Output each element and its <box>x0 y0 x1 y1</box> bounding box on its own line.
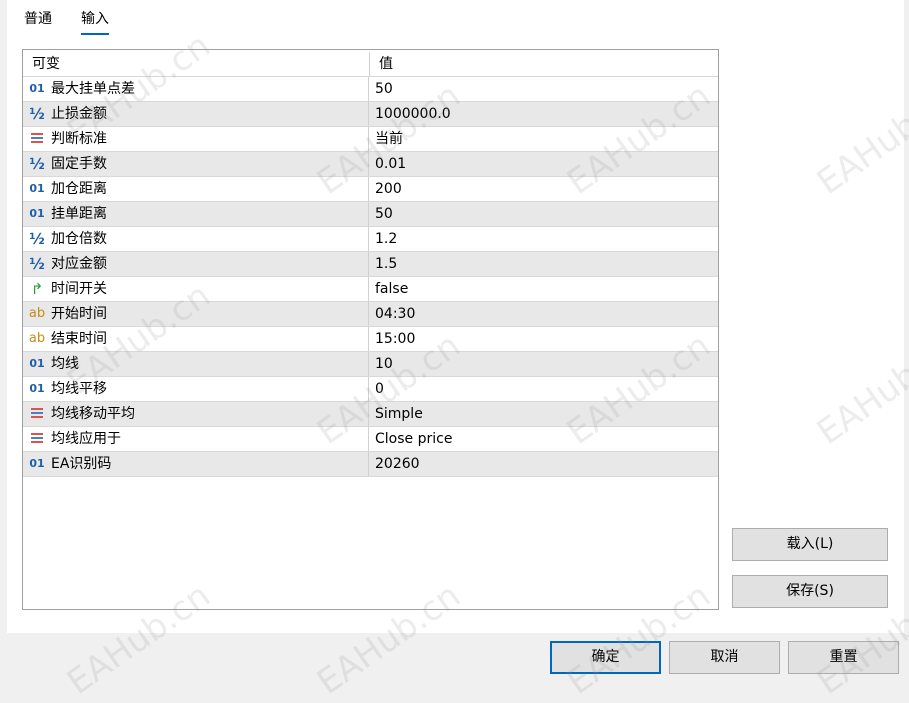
parameter-value[interactable]: false <box>369 277 718 301</box>
parameter-name-cell: ab 结束时间 <box>23 327 369 351</box>
grid-row[interactable]: 01 EA识别码 20260 <box>23 452 718 477</box>
parameter-name: 最大挂单点差 <box>51 81 135 97</box>
string-type-icon: ab <box>28 331 46 346</box>
parameter-name-cell: 判断标准 <box>23 127 369 151</box>
integer-type-icon: 01 <box>29 382 45 395</box>
parameter-name: EA识别码 <box>51 456 112 472</box>
grid-row[interactable]: ½ 加仓倍数 1.2 <box>23 227 718 252</box>
double-type-icon: ½ <box>29 230 45 248</box>
parameter-value[interactable]: Simple <box>369 402 718 426</box>
grid-row[interactable]: ½ 对应金额 1.5 <box>23 252 718 277</box>
parameter-name: 止损金额 <box>51 106 107 122</box>
parameter-value[interactable]: 10 <box>369 352 718 376</box>
tab-inputs[interactable]: 输入 <box>81 8 109 35</box>
integer-type-icon: 01 <box>29 457 45 470</box>
parameter-name: 均线 <box>51 356 79 372</box>
parameter-value[interactable]: 1.2 <box>369 227 718 251</box>
parameter-name: 加仓倍数 <box>51 231 107 247</box>
enum-type-icon <box>28 433 46 445</box>
parameter-name-cell: 01 最大挂单点差 <box>23 77 369 101</box>
grid-row[interactable]: 01 加仓距离 200 <box>23 177 718 202</box>
grid-row[interactable]: ab 开始时间 04:30 <box>23 302 718 327</box>
parameter-value[interactable]: 50 <box>369 202 718 226</box>
grid-row[interactable]: 判断标准 当前 <box>23 127 718 152</box>
parameter-value[interactable]: 50 <box>369 77 718 101</box>
grid-row[interactable]: ½ 固定手数 0.01 <box>23 152 718 177</box>
grid-row[interactable]: 01 挂单距离 50 <box>23 202 718 227</box>
parameter-name: 固定手数 <box>51 156 107 172</box>
save-button[interactable]: 保存(S) <box>732 575 888 608</box>
parameter-name-cell: 01 均线 <box>23 352 369 376</box>
parameter-name: 加仓距离 <box>51 181 107 197</box>
double-type-icon: ½ <box>29 255 45 273</box>
grid-row[interactable]: 01 均线 10 <box>23 352 718 377</box>
cancel-button[interactable]: 取消 <box>669 641 780 674</box>
parameter-value[interactable]: Close price <box>369 427 718 451</box>
parameter-name-cell: ½ 加仓倍数 <box>23 227 369 251</box>
column-divider[interactable] <box>369 52 370 77</box>
grid-row[interactable]: ½ 止损金额 1000000.0 <box>23 102 718 127</box>
parameter-name-cell: 均线应用于 <box>23 427 369 451</box>
double-type-icon: ½ <box>29 155 45 173</box>
parameter-value[interactable]: 1.5 <box>369 252 718 276</box>
parameter-name: 对应金额 <box>51 256 107 272</box>
parameter-value[interactable]: 20260 <box>369 452 718 476</box>
grid-row[interactable]: 01 均线平移 0 <box>23 377 718 402</box>
parameter-name-cell: ½ 固定手数 <box>23 152 369 176</box>
grid-row[interactable]: ↱ 时间开关 false <box>23 277 718 302</box>
parameter-value[interactable]: 1000000.0 <box>369 102 718 126</box>
integer-type-icon: 01 <box>29 82 45 95</box>
reset-button[interactable]: 重置 <box>788 641 899 674</box>
parameter-name-cell: ½ 止损金额 <box>23 102 369 126</box>
column-header-value[interactable]: 值 <box>379 52 393 76</box>
double-type-icon: ½ <box>29 105 45 123</box>
parameter-name: 均线移动平均 <box>51 406 135 422</box>
parameter-name-cell: ↱ 时间开关 <box>23 277 369 301</box>
parameter-name: 挂单距离 <box>51 206 107 222</box>
integer-type-icon: 01 <box>29 182 45 195</box>
grid-row[interactable]: 均线应用于 Close price <box>23 427 718 452</box>
dialog-panel: 普通 输入 可变 值 01 最大挂单点差 50 ½ 止损金额 1000000.0 判断标准 当… <box>7 0 904 633</box>
parameter-value[interactable]: 0.01 <box>369 152 718 176</box>
parameter-value[interactable]: 15:00 <box>369 327 718 351</box>
parameter-name: 判断标准 <box>51 131 107 147</box>
bool-type-icon: ↱ <box>30 280 44 298</box>
parameter-name-cell: 01 加仓距离 <box>23 177 369 201</box>
parameter-name: 开始时间 <box>51 306 107 322</box>
enum-type-icon <box>28 133 46 145</box>
parameter-name: 结束时间 <box>51 331 107 347</box>
enum-type-icon <box>28 408 46 420</box>
parameter-name-cell: 01 挂单距离 <box>23 202 369 226</box>
parameter-name-cell: 01 EA识别码 <box>23 452 369 476</box>
parameter-name-cell: 01 均线平移 <box>23 377 369 401</box>
parameter-value[interactable]: 200 <box>369 177 718 201</box>
integer-type-icon: 01 <box>29 207 45 220</box>
column-header-variable[interactable]: 可变 <box>32 52 60 76</box>
ok-button[interactable]: 确定 <box>550 641 661 674</box>
parameter-name-cell: ab 开始时间 <box>23 302 369 326</box>
tab-bar: 普通 输入 <box>7 0 904 35</box>
parameter-value[interactable]: 0 <box>369 377 718 401</box>
grid-row[interactable]: ab 结束时间 15:00 <box>23 327 718 352</box>
load-button[interactable]: 载入(L) <box>732 528 888 561</box>
parameter-name: 均线平移 <box>51 381 107 397</box>
parameter-name-cell: 均线移动平均 <box>23 402 369 426</box>
grid-row[interactable]: 均线移动平均 Simple <box>23 402 718 427</box>
tab-common[interactable]: 普通 <box>24 8 52 33</box>
parameter-name: 时间开关 <box>51 281 107 297</box>
parameters-grid[interactable]: 可变 值 01 最大挂单点差 50 ½ 止损金额 1000000.0 判断标准 当前 ½ 固定手数… <box>22 49 719 610</box>
integer-type-icon: 01 <box>29 357 45 370</box>
parameter-name-cell: ½ 对应金额 <box>23 252 369 276</box>
parameter-value[interactable]: 04:30 <box>369 302 718 326</box>
parameter-value[interactable]: 当前 <box>369 127 718 151</box>
string-type-icon: ab <box>28 306 46 321</box>
grid-header: 可变 值 <box>23 52 718 77</box>
grid-row[interactable]: 01 最大挂单点差 50 <box>23 77 718 102</box>
parameter-name: 均线应用于 <box>51 431 121 447</box>
